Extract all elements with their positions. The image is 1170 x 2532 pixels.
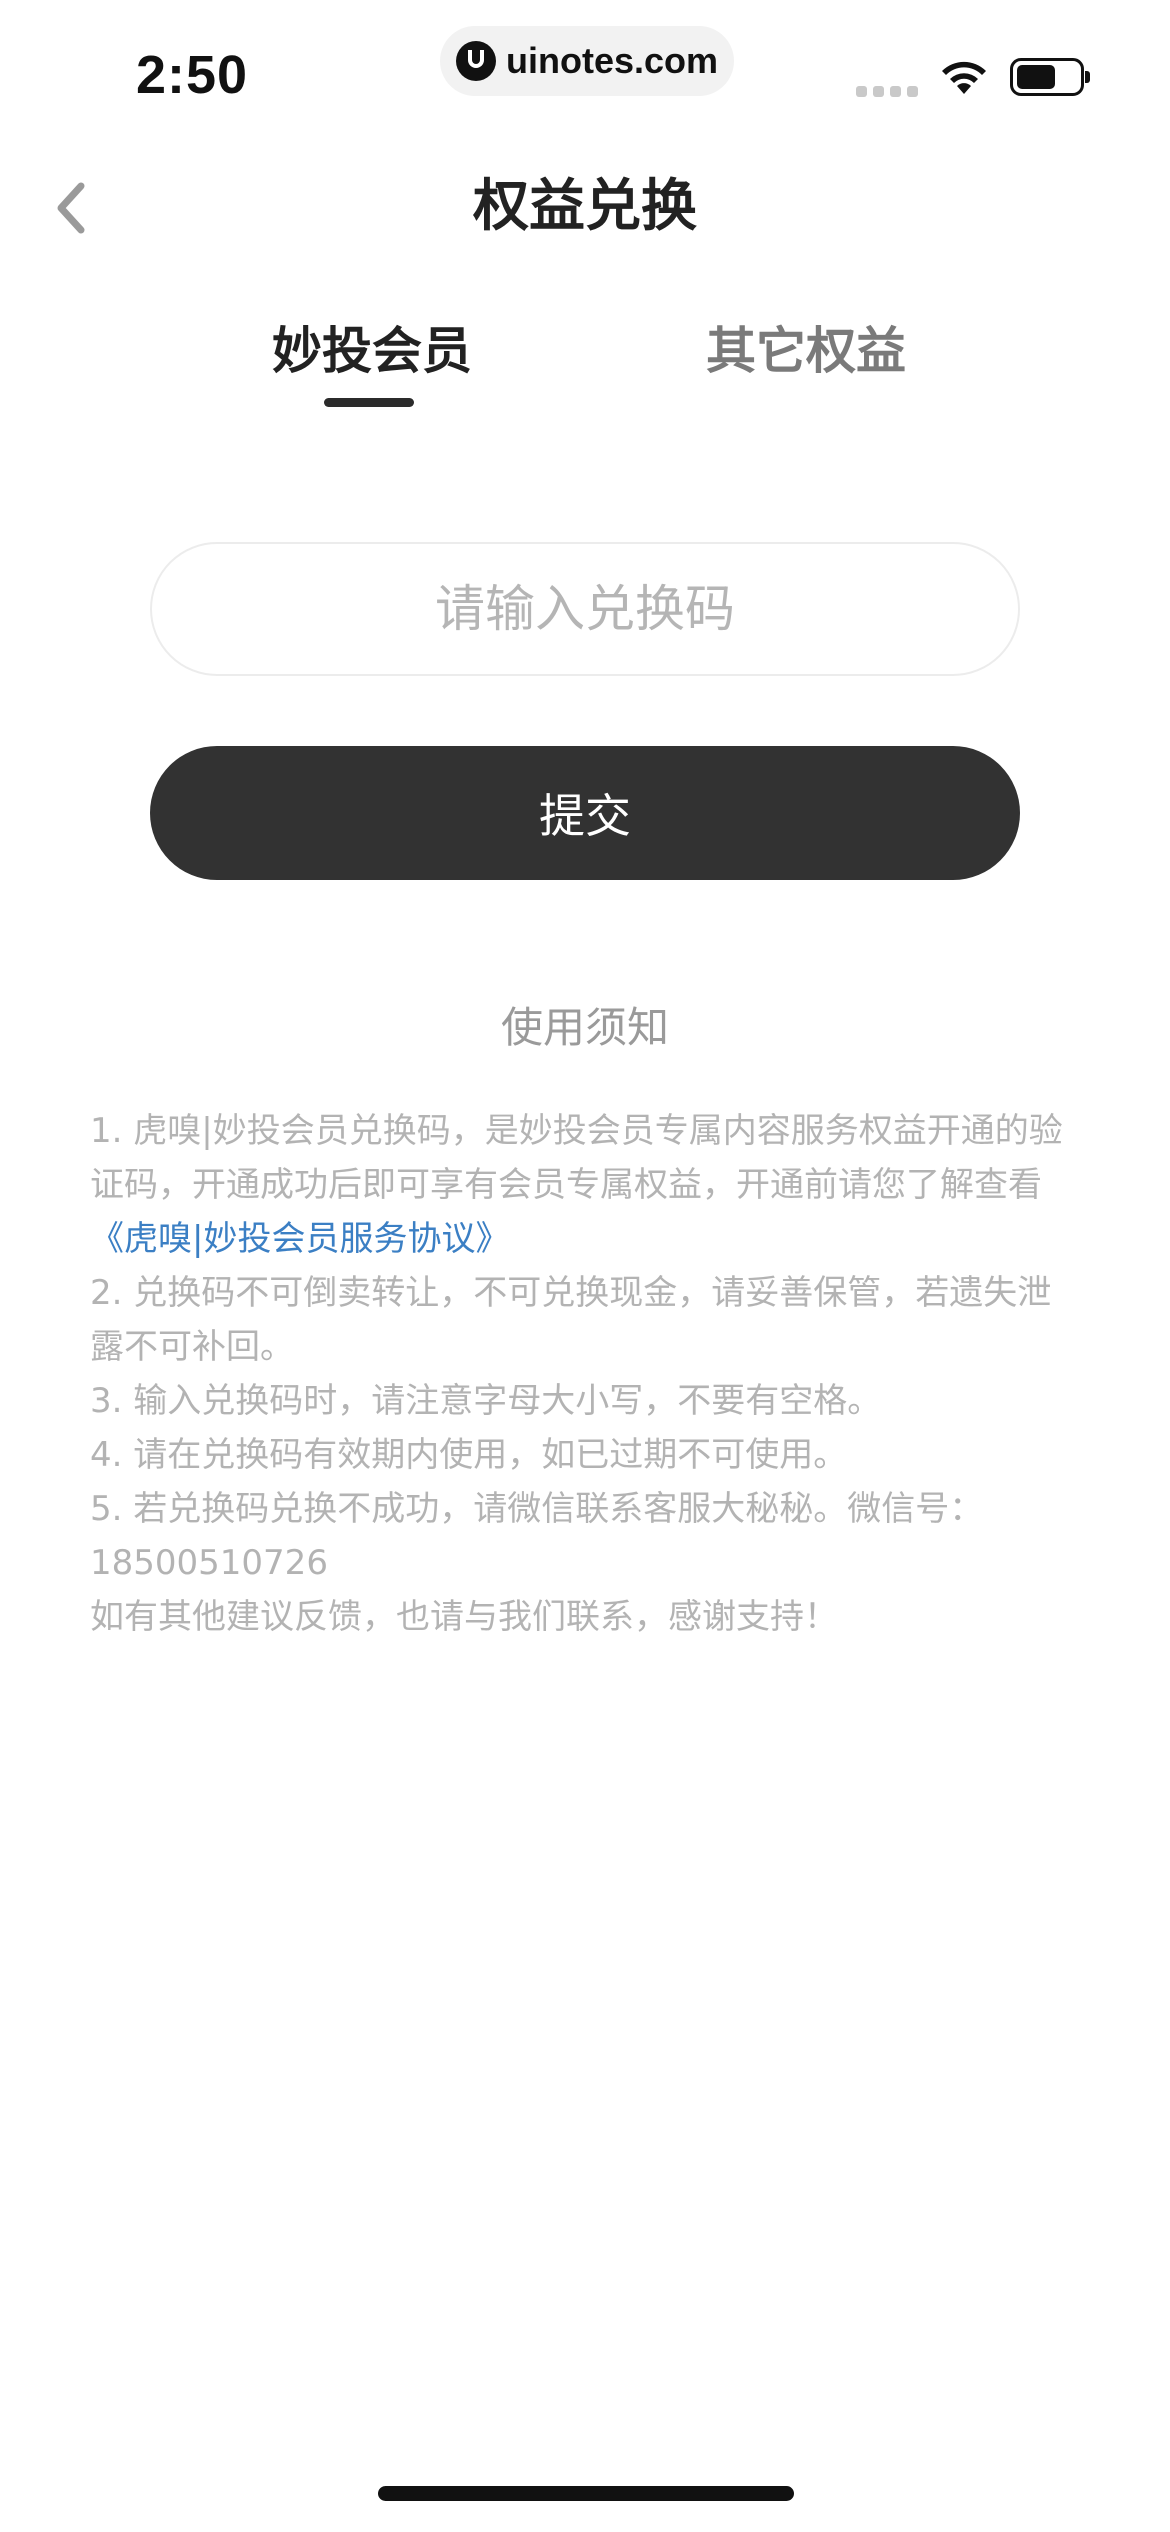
notice-item-2: 2. 兑换码不可倒卖转让，不可兑换现金，请妥善保管，若遗失泄露不可补回。 — [90, 1273, 1052, 1367]
home-indicator[interactable] — [378, 2486, 794, 2501]
status-time: 2:50 — [136, 45, 249, 105]
tab-miaotou-member[interactable]: 妙投会员 — [272, 316, 472, 386]
page-title: 权益兑换 — [473, 174, 697, 239]
status-bar: 2:50 uinotes.com — [0, 0, 1170, 140]
redeem-code-input[interactable] — [150, 542, 1020, 676]
battery-icon — [1010, 58, 1090, 96]
active-tab-indicator — [324, 398, 414, 407]
url-pill[interactable]: uinotes.com — [440, 26, 734, 96]
notice-closing: 如有其他建议反馈，也请与我们联系，感谢支持！ — [90, 1597, 838, 1637]
tab-other-benefits[interactable]: 其它权益 — [706, 316, 906, 386]
cellular-signal-icon — [856, 86, 918, 97]
notice-title: 使用须知 — [500, 1003, 669, 1052]
service-agreement-link[interactable]: 《虎嗅|妙投会员服务协议》 — [90, 1219, 509, 1259]
wifi-icon — [942, 61, 986, 94]
notice-body: 1. 虎嗅|妙投会员兑换码，是妙投会员专属内容服务权益开通的验证码，开通成功后即… — [90, 1104, 1080, 1644]
notice-item-4: 4. 请在兑换码有效期内使用，如已过期不可使用。 — [90, 1435, 848, 1475]
notice-item-5: 5. 若兑换码兑换不成功，请微信联系客服大秘秘。微信号：18500510726 — [90, 1489, 984, 1583]
url-text: uinotes.com — [505, 40, 719, 81]
submit-button[interactable]: 提交 — [150, 746, 1020, 880]
notice-item-1: 1. 虎嗅|妙投会员兑换码，是妙投会员专属内容服务权益开通的验证码，开通成功后即… — [90, 1104, 1080, 1266]
site-logo-icon — [455, 41, 496, 81]
notice-item-3: 3. 输入兑换码时，请注意字母大小写，不要有空格。 — [90, 1381, 882, 1421]
notice-item-1-text: 1. 虎嗅|妙投会员兑换码，是妙投会员专属内容服务权益开通的验证码，开通成功后即… — [90, 1111, 1063, 1205]
